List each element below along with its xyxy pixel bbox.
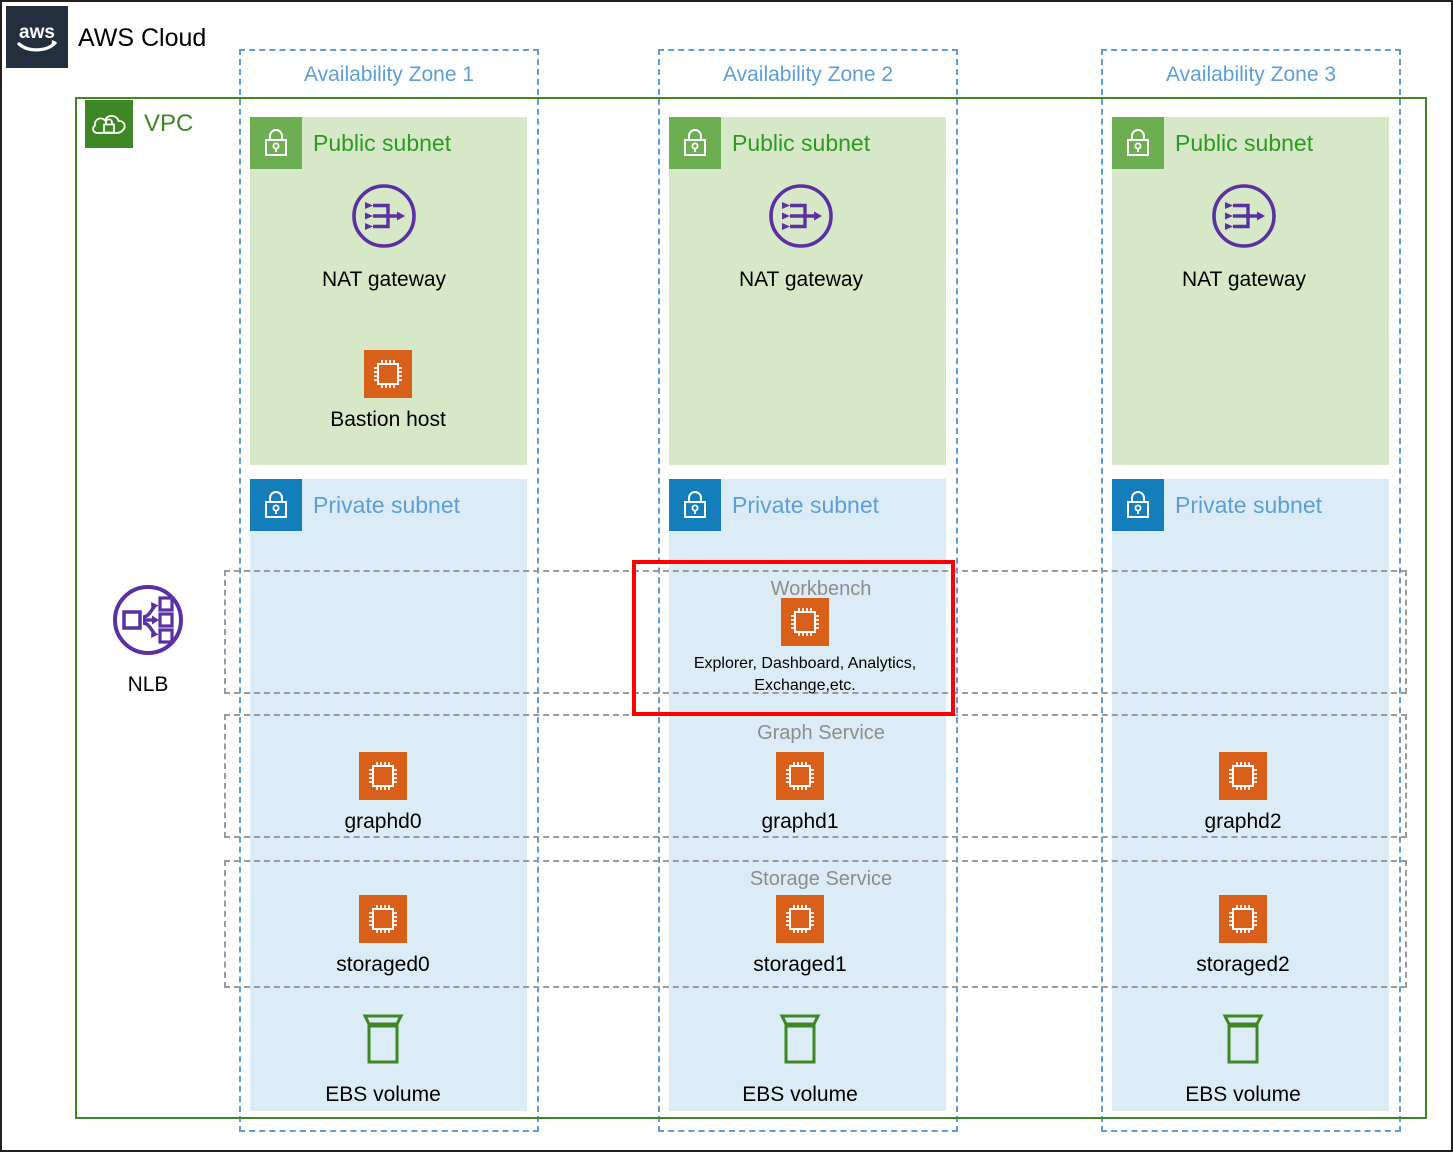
storaged1-node: storaged1 xyxy=(726,895,874,978)
padlock-icon xyxy=(1112,117,1164,169)
ec2-instance-icon xyxy=(359,752,407,800)
bastion-host-label: Bastion host xyxy=(330,408,446,431)
ebs-volume-az1-label: EBS volume xyxy=(325,1083,441,1106)
storaged0-node: storaged0 xyxy=(309,895,457,978)
ec2-instance-icon xyxy=(1219,752,1267,800)
bastion-host-node: Bastion host xyxy=(314,350,462,433)
padlock-icon xyxy=(1112,479,1164,531)
ebs-volume-icon xyxy=(779,1014,821,1064)
svg-text:aws: aws xyxy=(19,22,55,43)
public-subnet-az2-label: Public subnet xyxy=(732,129,871,156)
ec2-instance-icon xyxy=(1219,895,1267,943)
ec2-instance-icon xyxy=(776,752,824,800)
nat-gateway-icon xyxy=(1212,184,1276,248)
storaged2-node: storaged2 xyxy=(1169,895,1317,978)
public-subnet-az3-label: Public subnet xyxy=(1175,129,1314,156)
ebs-volume-az2-label: EBS volume xyxy=(742,1083,858,1106)
graphd0-node: graphd0 xyxy=(309,752,457,835)
availability-zone-3-label: Availability Zone 3 xyxy=(1165,63,1337,86)
ebs-volume-node-az2: EBS volume xyxy=(726,1012,874,1108)
nat-gateway-node-az2: NAT gateway xyxy=(727,179,875,293)
ebs-volume-node-az3: EBS volume xyxy=(1169,1012,1317,1108)
aws-cloud-title: AWS Cloud xyxy=(78,24,207,52)
availability-zone-2-label: Availability Zone 2 xyxy=(722,63,894,86)
nat-gateway-node-az3: NAT gateway xyxy=(1170,179,1318,293)
private-subnet-az1-header: Private subnet xyxy=(250,479,460,531)
public-subnet-az3-header: Public subnet xyxy=(1112,117,1313,169)
nlb-label: NLB xyxy=(127,673,169,696)
ebs-volume-az3-label: EBS volume xyxy=(1185,1083,1301,1106)
nat-gateway-az1-label: NAT gateway xyxy=(321,268,447,291)
storage-service-group-title: Storage Service xyxy=(749,868,893,890)
private-subnet-az2-header: Private subnet xyxy=(669,479,879,531)
graphd2-node: graphd2 xyxy=(1169,752,1317,835)
padlock-icon xyxy=(669,479,721,531)
availability-zone-1-label: Availability Zone 1 xyxy=(303,63,475,86)
graph-service-group-title: Graph Service xyxy=(757,722,885,744)
ec2-instance-icon xyxy=(776,895,824,943)
public-subnet-az1-label: Public subnet xyxy=(313,129,452,156)
ebs-volume-icon xyxy=(362,1014,404,1064)
private-subnet-az3-label: Private subnet xyxy=(1175,491,1323,518)
nat-gateway-icon xyxy=(769,184,833,248)
private-subnet-az3-header: Private subnet xyxy=(1112,479,1322,531)
private-subnet-az2-label: Private subnet xyxy=(732,491,880,518)
nlb-node: NLB xyxy=(98,580,198,697)
ec2-instance-icon xyxy=(364,350,412,398)
graphd1-label: graphd1 xyxy=(761,810,839,833)
storaged2-label: storaged2 xyxy=(1196,953,1290,976)
public-subnet-az2-header: Public subnet xyxy=(669,117,870,169)
ec2-instance-icon xyxy=(359,895,407,943)
storaged0-label: storaged0 xyxy=(336,953,430,976)
graphd0-label: graphd0 xyxy=(344,810,422,833)
vpc-cloud-lock-icon xyxy=(85,100,133,148)
padlock-icon xyxy=(250,117,302,169)
workbench-highlight-box xyxy=(632,560,955,716)
padlock-icon xyxy=(669,117,721,169)
aws-architecture-diagram: aws AWS Cloud Availability Zone 1 Availa… xyxy=(0,0,1453,1152)
nat-gateway-az3-label: NAT gateway xyxy=(1181,268,1307,291)
vpc-label: VPC xyxy=(144,110,194,137)
network-load-balancer-icon xyxy=(113,585,183,655)
public-subnet-az1-header: Public subnet xyxy=(250,117,451,169)
nat-gateway-az2-label: NAT gateway xyxy=(738,268,864,291)
nat-gateway-icon xyxy=(352,184,416,248)
ebs-volume-node-az1: EBS volume xyxy=(309,1012,457,1108)
nat-gateway-node-az1: NAT gateway xyxy=(310,179,458,293)
private-subnet-az1-label: Private subnet xyxy=(313,491,461,518)
graphd1-node: graphd1 xyxy=(726,752,874,835)
padlock-icon xyxy=(250,479,302,531)
graphd2-label: graphd2 xyxy=(1204,810,1282,833)
storaged1-label: storaged1 xyxy=(753,953,847,976)
ebs-volume-icon xyxy=(1222,1014,1264,1064)
aws-logo-icon: aws xyxy=(6,6,68,68)
